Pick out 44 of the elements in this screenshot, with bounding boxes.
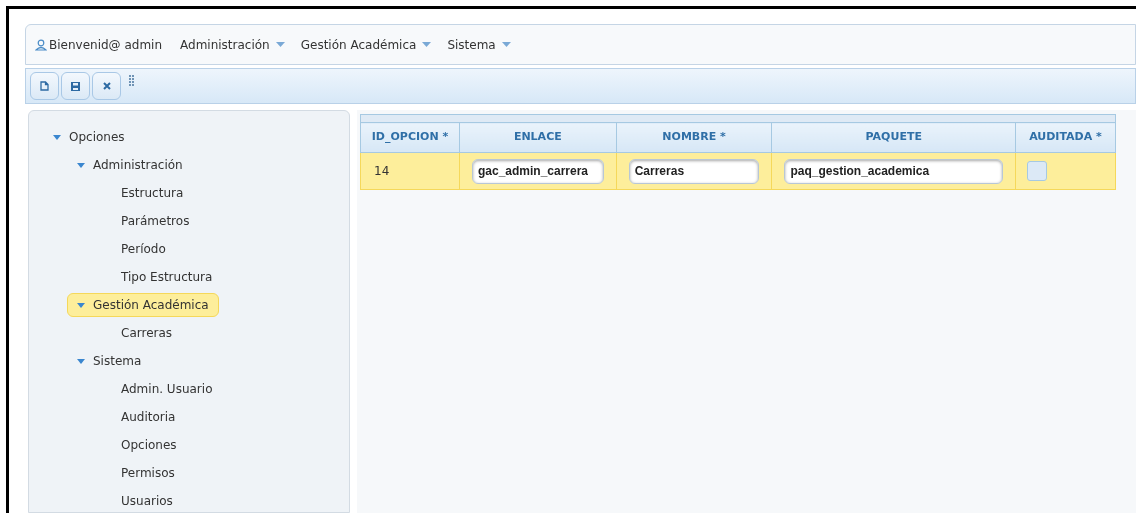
caret-icon — [422, 42, 432, 47]
caret-icon — [275, 42, 285, 47]
expand-arrow-icon — [77, 358, 85, 364]
save-icon — [71, 81, 80, 91]
tree-item[interactable]: Carreras — [111, 321, 183, 345]
save-button[interactable] — [61, 72, 90, 100]
tree-item[interactable]: Usuarios — [111, 489, 183, 513]
menu-item[interactable]: Administración — [180, 35, 285, 54]
input-field[interactable]: gac_admin_carrera — [471, 158, 604, 184]
tree-item[interactable]: Estructura — [111, 181, 194, 205]
menu-item[interactable]: Sistema — [447, 35, 511, 54]
new-button[interactable] — [30, 72, 59, 100]
tree-item[interactable]: Administración — [67, 153, 193, 177]
input-field[interactable]: Carreras — [628, 158, 760, 184]
table-cell: 14 — [374, 164, 390, 178]
checkbox[interactable] — [1027, 161, 1047, 181]
tree-item[interactable]: Parámetros — [111, 209, 200, 233]
delete-button[interactable] — [92, 72, 121, 100]
column-header[interactable]: PAQUETE — [771, 122, 1016, 153]
tree-item[interactable]: Gestión Académica — [67, 293, 219, 317]
tree-item[interactable]: Opciones — [43, 125, 135, 149]
tree-item[interactable]: Opciones — [111, 433, 187, 457]
tree-item[interactable]: Auditoria — [111, 405, 186, 429]
user-icon — [35, 38, 47, 51]
column-header[interactable]: ENLACE — [459, 122, 617, 153]
document-icon — [40, 81, 49, 91]
table-row[interactable]: 14 gac_admin_carrera Carreras paq_gestion_academica — [360, 152, 1116, 190]
column-header[interactable]: NOMBRE * — [616, 122, 772, 153]
tree-item[interactable]: Sistema — [67, 349, 152, 373]
tree-item[interactable]: Período — [111, 237, 176, 261]
expand-arrow-icon — [53, 134, 61, 140]
caret-icon — [501, 42, 511, 47]
drag-handle-icon[interactable] — [129, 75, 134, 87]
welcome-text: Bienvenid@ admin — [49, 36, 162, 54]
close-icon — [102, 82, 111, 90]
expand-arrow-icon — [77, 162, 85, 168]
tree-item[interactable]: Admin. Usuario — [111, 377, 223, 401]
input-field[interactable]: paq_gestion_academica — [784, 158, 1003, 184]
tree-item[interactable]: Permisos — [111, 461, 185, 485]
column-header[interactable]: AUDITADA * — [1015, 122, 1116, 153]
menu-item[interactable]: Gestión Académica — [300, 35, 432, 54]
tree-item[interactable]: Tipo Estructura — [111, 265, 223, 289]
expand-arrow-icon — [77, 302, 85, 308]
column-header[interactable]: ID_OPCION * — [360, 122, 460, 153]
